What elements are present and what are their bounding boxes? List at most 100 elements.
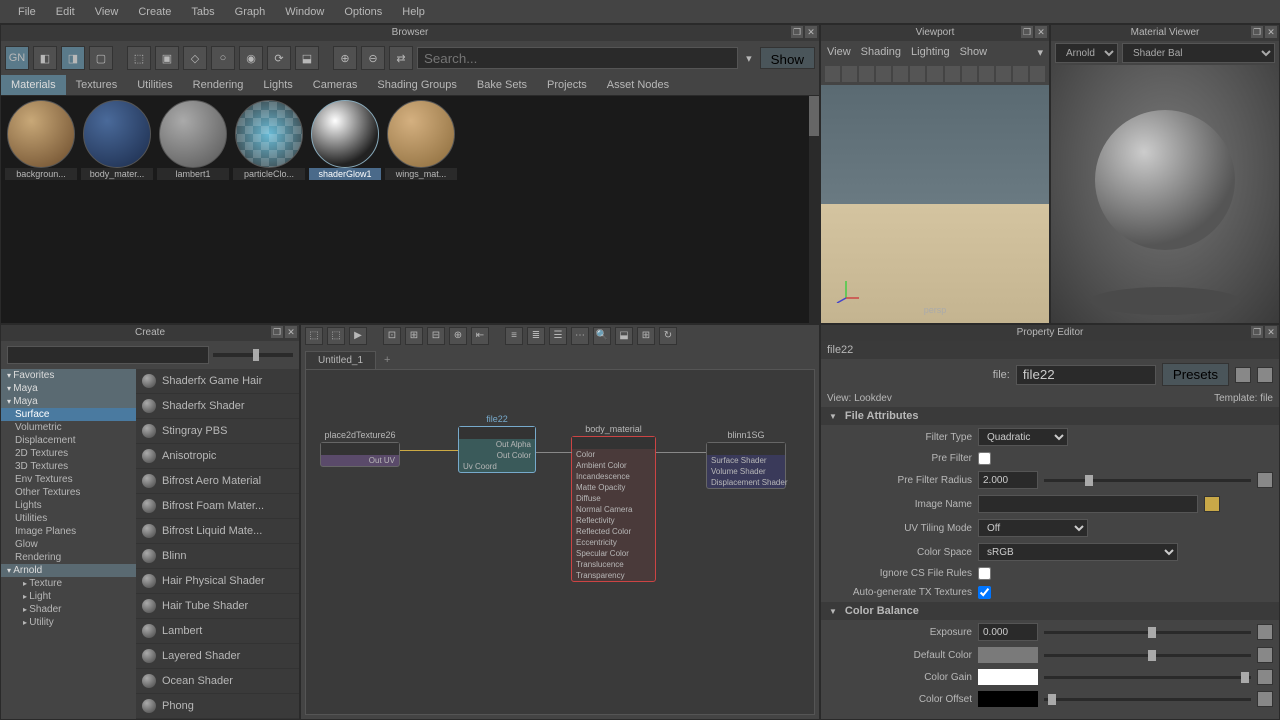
category-item[interactable]: 2D Textures (1, 447, 136, 460)
category-item[interactable]: Other Textures (1, 486, 136, 499)
tab-shading-groups[interactable]: Shading Groups (367, 75, 467, 95)
pe-uvtiling-select[interactable]: Off (978, 519, 1088, 537)
pe-auto-tx-check[interactable] (978, 586, 991, 599)
ng-icon[interactable]: ⬚ (327, 327, 345, 345)
ng-icon[interactable]: ≡ (505, 327, 523, 345)
ng-icon[interactable]: ↻ (659, 327, 677, 345)
vp-shading[interactable]: Shading (861, 46, 901, 58)
node-file22[interactable]: file22 Out Alpha Out Color Uv Coord (458, 412, 536, 473)
shader-item[interactable]: Blinn (136, 544, 299, 569)
category-item[interactable]: Maya (1, 382, 136, 395)
material-item[interactable]: backgroun... (5, 100, 77, 180)
viewport-close-icon[interactable]: ✕ (1035, 26, 1047, 38)
browser-icon-8[interactable]: ◉ (239, 46, 263, 70)
category-item[interactable]: Env Textures (1, 473, 136, 486)
vp-lighting[interactable]: Lighting (911, 46, 950, 58)
shader-item[interactable]: Shaderfx Game Hair (136, 369, 299, 394)
vp-icon[interactable] (910, 66, 925, 82)
vp-show[interactable]: Show (960, 46, 988, 58)
category-item[interactable]: Displacement (1, 434, 136, 447)
category-item[interactable]: Maya (1, 395, 136, 408)
pe-swatch-icon[interactable] (1257, 367, 1273, 383)
category-item[interactable]: Rendering (1, 551, 136, 564)
menu-view[interactable]: View (85, 6, 129, 18)
ng-icon[interactable]: ⬚ (305, 327, 323, 345)
browser-icon-12[interactable]: ⊖ (361, 46, 385, 70)
nodegraph-canvas[interactable]: place2dTexture26 Out UV file22 Out Alpha… (305, 369, 815, 715)
category-item[interactable]: 3D Textures (1, 460, 136, 473)
create-search-input[interactable] (7, 346, 209, 364)
node-blinn1sg[interactable]: blinn1SG Surface Shader Volume Shader Di… (706, 428, 786, 489)
ng-icon[interactable]: 🔍 (593, 327, 611, 345)
tab-bake-sets[interactable]: Bake Sets (467, 75, 537, 95)
vp-view[interactable]: View (827, 46, 851, 58)
category-item[interactable]: Surface (1, 408, 136, 421)
pe-file-input[interactable] (1016, 365, 1156, 385)
shader-item[interactable]: Lambert (136, 619, 299, 644)
pe-map-icon[interactable] (1257, 647, 1273, 663)
pe-section-file-attrs[interactable]: File Attributes (821, 407, 1279, 425)
category-item[interactable]: Light (1, 590, 136, 603)
browser-search-input[interactable] (417, 47, 738, 69)
menu-create[interactable]: Create (128, 6, 181, 18)
pe-colorspace-select[interactable]: sRGB (978, 543, 1178, 561)
pe-swatch-icon[interactable] (1235, 367, 1251, 383)
menu-graph[interactable]: Graph (225, 6, 276, 18)
tab-rendering[interactable]: Rendering (183, 75, 254, 95)
viewport-restore-icon[interactable]: ❐ (1021, 26, 1033, 38)
vp-icon[interactable] (825, 66, 840, 82)
tab-lights[interactable]: Lights (253, 75, 302, 95)
vp-icon[interactable] (893, 66, 908, 82)
tab-projects[interactable]: Projects (537, 75, 597, 95)
browser-icon-10[interactable]: ⬓ (295, 46, 319, 70)
pe-presets-button[interactable]: Presets (1162, 363, 1229, 386)
material-item[interactable]: body_mater... (81, 100, 153, 180)
category-item[interactable]: Utilities (1, 512, 136, 525)
browser-icon-2[interactable]: ◨ (61, 46, 85, 70)
vp-icon[interactable] (1030, 66, 1045, 82)
vp-icon[interactable] (996, 66, 1011, 82)
ng-icon[interactable]: ⋯ (571, 327, 589, 345)
browser-icon-gn[interactable]: GN (5, 46, 29, 70)
pe-color-field[interactable] (978, 691, 1038, 707)
shader-item[interactable]: Ocean Shader (136, 669, 299, 694)
menu-edit[interactable]: Edit (46, 6, 85, 18)
mv-shape-select[interactable]: Shader Bal (1122, 43, 1275, 63)
browser-icon-4[interactable]: ⬚ (127, 46, 151, 70)
shader-item[interactable]: Bifrost Aero Material (136, 469, 299, 494)
tab-utilities[interactable]: Utilities (127, 75, 182, 95)
mv-preview[interactable] (1051, 65, 1279, 323)
pe-prefilter-radius-input[interactable] (978, 471, 1038, 489)
browser-icon-3[interactable]: ▢ (89, 46, 113, 70)
material-item[interactable]: particleClo... (233, 100, 305, 180)
pe-slider[interactable] (1044, 676, 1251, 679)
vp-icon[interactable] (1013, 66, 1028, 82)
ng-icon[interactable]: ⊞ (637, 327, 655, 345)
node-place2dtexture[interactable]: place2dTexture26 Out UV (320, 428, 400, 467)
ng-tab[interactable]: Untitled_1 (305, 351, 376, 369)
shader-list[interactable]: Shaderfx Game HairShaderfx ShaderStingra… (136, 369, 299, 719)
shader-item[interactable]: Phong (136, 694, 299, 719)
pe-prefilter-check[interactable] (978, 452, 991, 465)
shader-item[interactable]: Stingray PBS (136, 419, 299, 444)
browser-show-button[interactable]: Show (760, 47, 815, 69)
category-item[interactable]: Texture (1, 577, 136, 590)
browser-icon-7[interactable]: ○ (211, 46, 235, 70)
pe-color-field[interactable] (978, 669, 1038, 685)
ng-icon[interactable]: ⊕ (449, 327, 467, 345)
vp-icon[interactable] (876, 66, 891, 82)
tab-materials[interactable]: Materials (1, 75, 66, 95)
shader-item[interactable]: Bifrost Liquid Mate... (136, 519, 299, 544)
shader-item[interactable]: Bifrost Foam Mater... (136, 494, 299, 519)
menu-help[interactable]: Help (392, 6, 435, 18)
mv-restore-icon[interactable]: ❐ (1251, 26, 1263, 38)
category-item[interactable]: Image Planes (1, 525, 136, 538)
menu-window[interactable]: Window (275, 6, 334, 18)
pe-folder-icon[interactable] (1204, 496, 1220, 512)
category-item[interactable]: Favorites (1, 369, 136, 382)
shader-item[interactable]: Layered Shader (136, 644, 299, 669)
vp-icon[interactable] (979, 66, 994, 82)
browser-icon-11[interactable]: ⊕ (333, 46, 357, 70)
menu-file[interactable]: File (8, 6, 46, 18)
ng-icon[interactable]: ⬓ (615, 327, 633, 345)
